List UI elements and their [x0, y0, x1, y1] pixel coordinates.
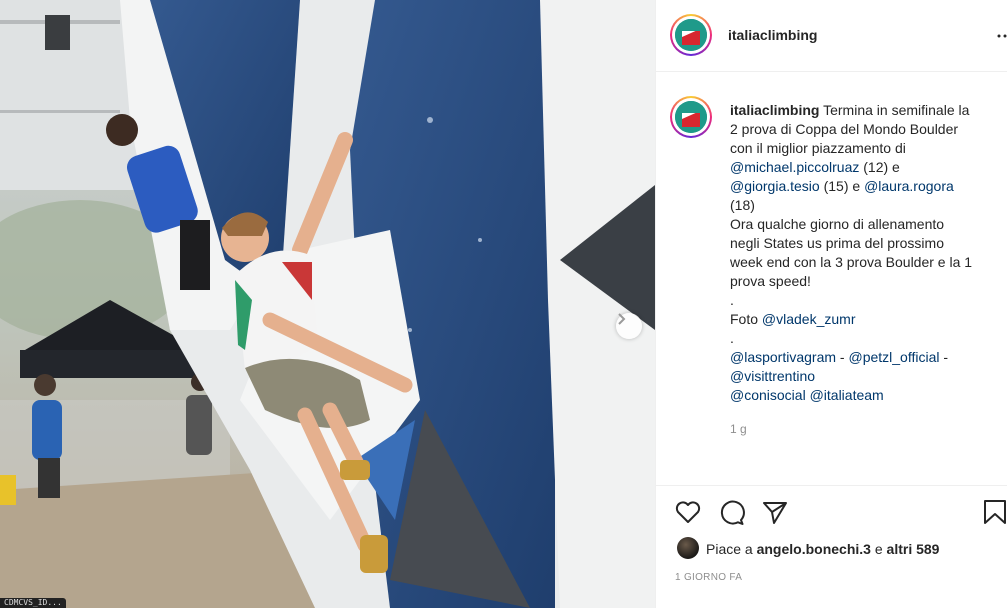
caption-text: week end con la 3 prova Boulder e la 1	[730, 254, 973, 270]
caption-line: 2 prova di Coppa del Mondo Boulder	[730, 120, 1000, 139]
caption-text: (18)	[730, 197, 755, 213]
mention-link[interactable]: @laura.rogora	[864, 178, 954, 194]
caption-text: .	[730, 330, 734, 346]
caption-line: @giorgia.tesio (15) e @laura.rogora	[730, 177, 1000, 196]
caption-line: @lasportivagram - @petzl_official -	[730, 348, 1000, 367]
caption-text: -	[836, 349, 849, 365]
divider	[656, 485, 1007, 486]
caption-line: italiaclimbing Termina in semifinale la	[730, 101, 1000, 120]
mention-link[interactable]: @vladek_zumr	[762, 311, 856, 327]
caption-line: Ora qualche giorno di allenamento	[730, 215, 1000, 234]
caption-text: Ora qualche giorno di allenamento	[730, 216, 945, 232]
caption-username[interactable]: italiaclimbing	[730, 102, 819, 118]
caption-text: (12) e	[859, 159, 900, 175]
post-photo[interactable]: CDMCVS_ID...	[0, 0, 655, 608]
post-header: italiaclimbing	[656, 0, 1007, 72]
caption-line: con il miglior piazzamento di	[730, 139, 1000, 158]
mention-link[interactable]: @giorgia.tesio	[730, 178, 820, 194]
mention-link[interactable]: @michael.piccolruaz	[730, 159, 859, 175]
bookmark-icon[interactable]	[983, 499, 1007, 530]
caption-line: @visittrentino	[730, 367, 1000, 386]
more-icon[interactable]	[996, 28, 1007, 49]
likes-line: Piace a angelo.bonechi.3 e altri 589	[706, 541, 939, 557]
mention-link[interactable]: @visittrentino	[730, 368, 815, 384]
likes-mid: e	[870, 541, 887, 557]
caption-line: (18)	[730, 196, 1000, 215]
fasi-logo	[675, 101, 707, 133]
send-icon[interactable]	[762, 500, 788, 531]
caption-text: Foto	[730, 311, 762, 327]
mention-link[interactable]: @conisocial	[730, 387, 806, 403]
mention-link[interactable]: @italiateam	[810, 387, 884, 403]
heart-icon[interactable]	[675, 500, 701, 529]
mention-link[interactable]: @lasportivagram	[730, 349, 836, 365]
caption-line: @conisocial @italiateam	[730, 386, 1000, 405]
post-timestamp[interactable]: 1 GIORNO FA	[675, 572, 742, 583]
caption-line: negli States us prima del prossimo	[730, 234, 1000, 253]
caption-text: .	[730, 292, 734, 308]
caption-avatar[interactable]	[670, 96, 712, 138]
caption-text: Termina in semifinale la	[819, 102, 970, 118]
caption-text: (15) e	[819, 178, 865, 194]
caption-text: negli States us prima del prossimo	[730, 235, 944, 251]
comment-icon[interactable]	[719, 500, 745, 531]
caption-line: .	[730, 329, 1000, 348]
post-caption: italiaclimbing Termina in semifinale la 2…	[730, 101, 1000, 405]
post-side-panel: italiaclimbing italiaclimbing Termina in…	[655, 0, 1007, 608]
avatar[interactable]	[670, 14, 712, 56]
header-username[interactable]: italiaclimbing	[728, 27, 817, 43]
caption-line: Foto @vladek_zumr	[730, 310, 1000, 329]
caption-time[interactable]: 1 g	[730, 422, 747, 436]
photo-watermark: CDMCVS_ID...	[0, 598, 66, 608]
caption-line: prova speed!	[730, 272, 1000, 291]
caption-line: .	[730, 291, 1000, 310]
liker-avatar[interactable]	[677, 537, 699, 559]
next-photo-button[interactable]	[616, 313, 642, 339]
fasi-logo	[675, 19, 707, 51]
mention-link[interactable]: @petzl_official	[848, 349, 939, 365]
caption-line: @michael.piccolruaz (12) e	[730, 158, 1000, 177]
climber-photo	[0, 0, 655, 608]
caption-text: prova speed!	[730, 273, 811, 289]
likes-count[interactable]: altri 589	[887, 541, 940, 557]
liker-username[interactable]: angelo.bonechi.3	[757, 541, 871, 557]
likes-prefix: Piace a	[706, 541, 757, 557]
caption-text: con il miglior piazzamento di	[730, 140, 906, 156]
caption-line: week end con la 3 prova Boulder e la 1	[730, 253, 1000, 272]
caption-text: 2 prova di Coppa del Mondo Boulder	[730, 121, 959, 137]
caption-text: -	[939, 349, 949, 365]
